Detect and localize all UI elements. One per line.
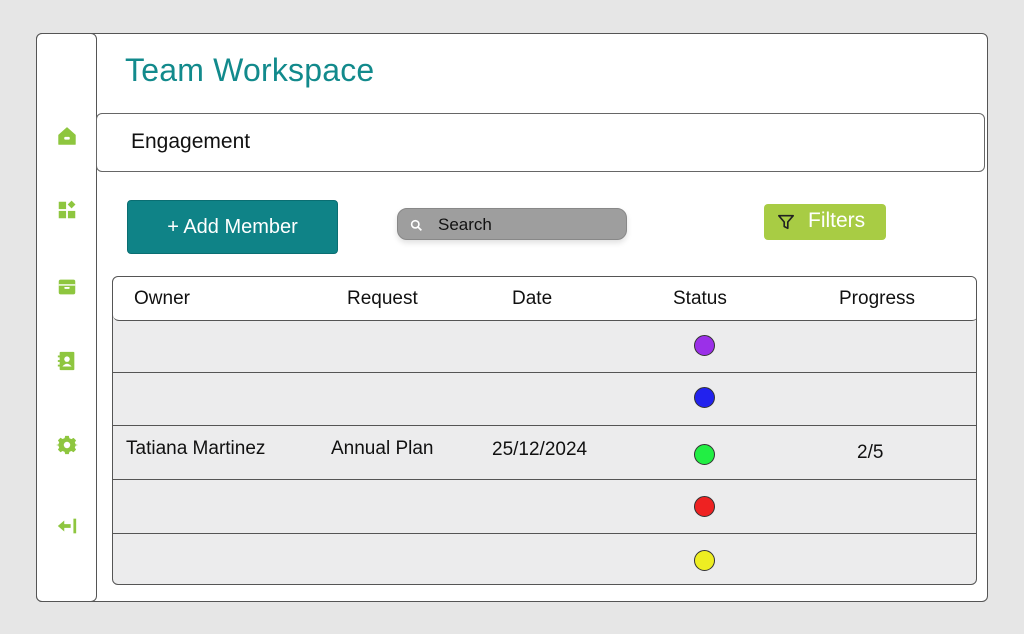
status-dot xyxy=(694,550,715,571)
search-input[interactable] xyxy=(438,213,618,237)
progress-cell: 2/5 xyxy=(857,442,884,463)
filter-icon xyxy=(777,214,795,230)
table-row[interactable] xyxy=(113,373,976,426)
table-header: Owner Request Date Status Progress xyxy=(113,277,976,321)
contacts-icon[interactable] xyxy=(54,348,80,374)
column-header-owner[interactable]: Owner xyxy=(134,288,190,310)
gear-icon[interactable] xyxy=(54,432,80,458)
search-icon xyxy=(410,219,422,231)
column-header-request[interactable]: Request xyxy=(347,288,418,310)
search-bar xyxy=(397,208,627,240)
home-icon[interactable] xyxy=(54,123,80,149)
status-dot xyxy=(694,335,715,356)
filters-button[interactable]: Filters xyxy=(764,204,886,240)
tab-engagement[interactable]: Engagement xyxy=(131,130,250,154)
table-row[interactable] xyxy=(113,534,976,584)
request-cell: Annual Plan xyxy=(331,438,434,459)
column-header-status[interactable]: Status xyxy=(673,288,727,310)
members-table: Owner Request Date Status Progress Tatia… xyxy=(112,276,977,585)
column-header-date[interactable]: Date xyxy=(512,288,552,310)
page-title: Team Workspace xyxy=(125,52,375,88)
status-dot xyxy=(694,387,715,408)
status-dot xyxy=(694,496,715,517)
logout-icon[interactable] xyxy=(54,513,80,539)
column-header-progress[interactable]: Progress xyxy=(839,288,915,310)
add-member-button[interactable]: + Add Member xyxy=(127,200,338,254)
table-row[interactable]: Tatiana Martinez Annual Plan 25/12/2024 … xyxy=(113,426,976,480)
sidebar xyxy=(36,33,97,602)
date-cell: 25/12/2024 xyxy=(492,439,588,460)
status-dot xyxy=(694,444,715,465)
dashboard-icon[interactable] xyxy=(54,197,80,223)
table-row[interactable] xyxy=(113,480,976,534)
filters-label: Filters xyxy=(808,209,866,232)
table-row[interactable] xyxy=(113,321,976,373)
owner-cell: Tatiana Martinez xyxy=(126,438,266,459)
archive-icon[interactable] xyxy=(54,274,80,300)
